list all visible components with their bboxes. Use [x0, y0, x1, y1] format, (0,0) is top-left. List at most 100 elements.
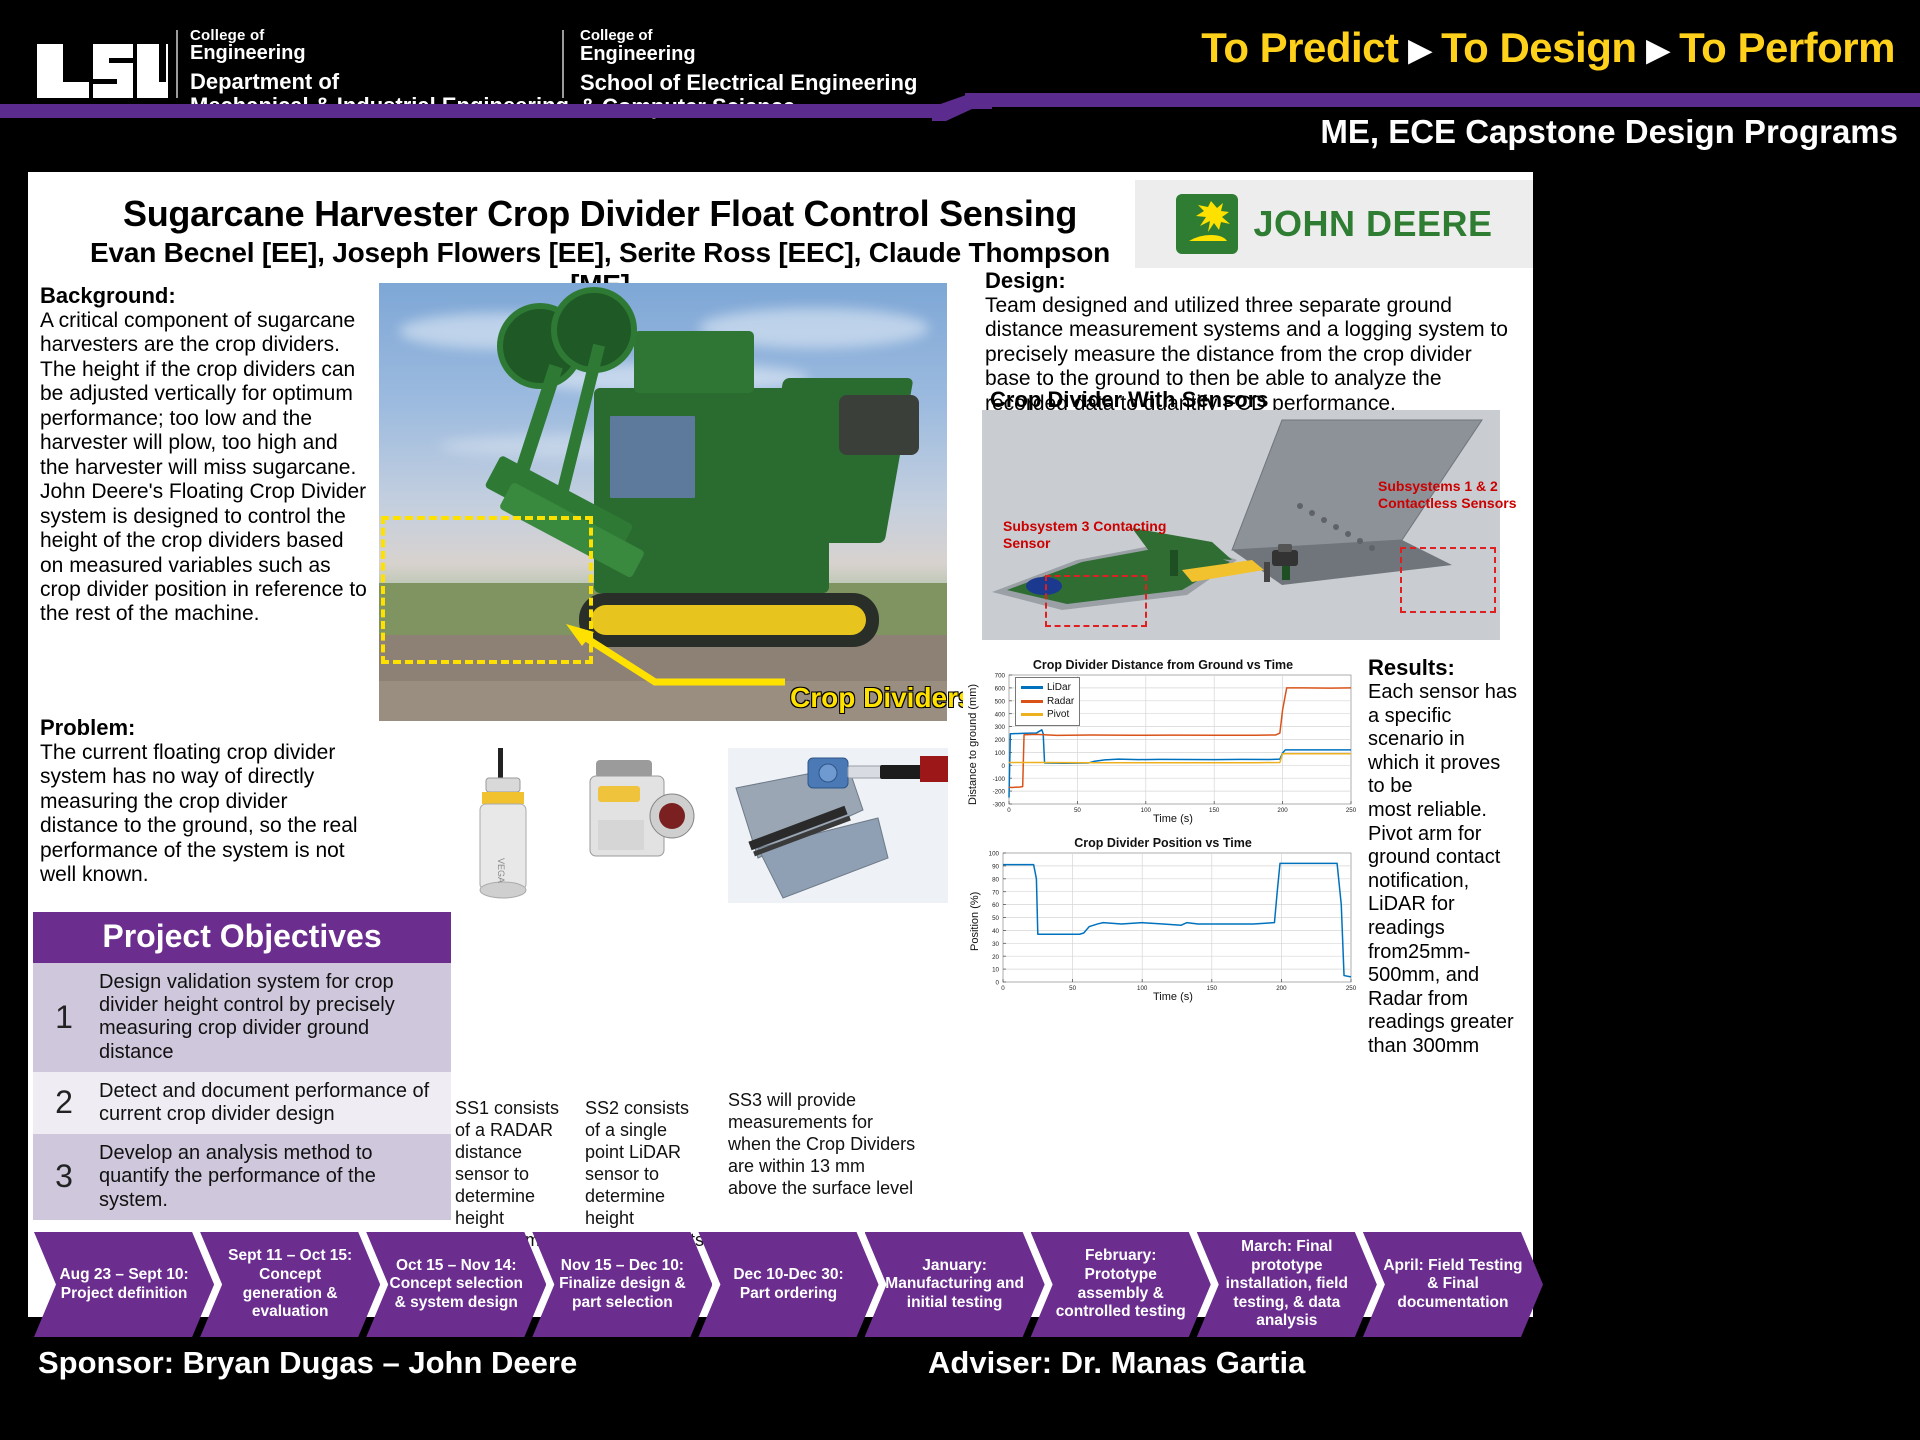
svg-text:400: 400 — [995, 711, 1006, 718]
timeline-step: Sept 11 – Oct 15: Concept generation & e… — [200, 1232, 380, 1337]
svg-text:100: 100 — [989, 851, 1000, 858]
dept-ece-line3: School of Electrical Engineering — [580, 70, 918, 96]
footer-bar: Sponsor: Bryan Dugas – John Deere Advise… — [28, 1345, 1533, 1403]
legend-label-lidar: LiDar — [1047, 682, 1071, 693]
timeline-step: January: Manufacturing and initial testi… — [865, 1232, 1045, 1337]
legend-swatch-pivot — [1021, 713, 1043, 717]
john-deere-deer-icon — [1176, 194, 1239, 254]
svg-text:50: 50 — [1069, 985, 1076, 992]
svg-text:200: 200 — [1276, 985, 1287, 992]
svg-text:-300: -300 — [993, 802, 1006, 809]
sponsor-label: Sponsor: Bryan Dugas – John Deere — [38, 1345, 578, 1380]
legend-item-pivot: Pivot — [1021, 708, 1074, 722]
svg-text:700: 700 — [995, 673, 1006, 680]
chart-position-vs-time: Crop Divider Position vs Time Position (… — [963, 833, 1363, 1008]
objectives-heading: Project Objectives — [33, 912, 451, 963]
objective-text: Design validation system for crop divide… — [99, 971, 395, 1063]
table-row: 3 Develop an analysis method to quantify… — [33, 1134, 451, 1220]
timeline-step-label: April: Field Testing & Final documentati… — [1383, 1256, 1523, 1311]
timeline-step: Oct 15 – Nov 14: Concept selection & sys… — [366, 1232, 546, 1337]
objective-text: Develop an analysis method to quantify t… — [99, 1142, 376, 1211]
legend-label-pivot: Pivot — [1047, 709, 1070, 720]
timeline-step-label: Aug 23 – Sept 10: Project definition — [59, 1265, 189, 1302]
objective-number: 1 — [55, 998, 73, 1035]
timeline-step: Aug 23 – Sept 10: Project definition — [34, 1232, 214, 1337]
dept-mie-line3: Department of — [190, 69, 340, 95]
problem-section: Problem: The current floating crop divid… — [40, 715, 370, 888]
timeline-step: Dec 10-Dec 30: Part ordering — [698, 1232, 878, 1337]
subsystem3-label: Subsystem 3 Contacting Sensor — [1003, 518, 1167, 551]
dept-ece-line2: Engineering — [580, 42, 696, 65]
timeline-step-label: Oct 15 – Nov 14: Concept selection & sys… — [389, 1256, 524, 1311]
page-title: Sugarcane Harvester Crop Divider Float C… — [122, 193, 1078, 234]
tagline-arrow-1: ▶ — [1408, 34, 1432, 67]
table-row: 1 Design validation system for crop divi… — [33, 963, 451, 1072]
svg-text:50: 50 — [992, 915, 999, 922]
background-section: Background: A critical component of suga… — [40, 283, 370, 627]
legend-swatch-lidar — [1021, 686, 1043, 690]
objective-text: Detect and document performance of curre… — [99, 1079, 430, 1125]
ss3-contact-sensor-image — [728, 748, 948, 903]
svg-text:100: 100 — [1137, 985, 1148, 992]
project-timeline: Aug 23 – Sept 10: Project definition Sept… — [34, 1232, 1529, 1337]
tagline-arrow-2: ▶ — [1646, 34, 1670, 67]
header-divider-2 — [562, 30, 564, 98]
problem-heading: Problem: — [40, 715, 136, 740]
svg-text:100: 100 — [1141, 807, 1152, 814]
legend-label-radar: Radar — [1047, 695, 1075, 707]
legend-swatch-radar — [1021, 699, 1043, 703]
results-section: Results: Each sensor has a specific scen… — [1368, 655, 1520, 1059]
project-objectives-table: Project Objectives 1 Design validation s… — [33, 912, 451, 1220]
john-deere-logo: JOHN DEERE — [1135, 180, 1533, 268]
timeline-step-label: January: Manufacturing and initial testi… — [885, 1256, 1024, 1311]
objective-number: 2 — [55, 1084, 73, 1121]
results-heading: Results: — [1368, 655, 1455, 680]
dept-ece-line1: College of — [580, 27, 653, 44]
problem-text: The current floating crop divider system… — [40, 741, 358, 887]
timeline-step-label: March: Final prototype installation, fie… — [1225, 1238, 1348, 1330]
ss2-caption: SS2 consists of a single point LiDAR sen… — [585, 1098, 704, 1250]
svg-text:150: 150 — [1207, 985, 1218, 992]
photo-callout-arrow — [560, 586, 790, 696]
ss3-caption: SS3 will provide measurements for when t… — [728, 1090, 916, 1198]
svg-text:VEGA: VEGA — [496, 858, 506, 883]
background-heading: Background: — [40, 283, 176, 308]
svg-text:200: 200 — [1277, 807, 1288, 814]
svg-text:0: 0 — [1007, 807, 1011, 814]
svg-text:80: 80 — [992, 876, 999, 883]
timeline-step-label: February: Prototype assembly & controlle… — [1055, 1247, 1186, 1321]
ss1-caption: SS1 consists of a RADAR distance sensor … — [455, 1098, 574, 1250]
svg-text:90: 90 — [992, 864, 999, 871]
legend-item-radar: Radar — [1021, 695, 1074, 709]
objective-number: 3 — [55, 1158, 73, 1195]
svg-text:0: 0 — [1001, 985, 1005, 992]
svg-text:150: 150 — [1209, 807, 1220, 814]
svg-text:20: 20 — [992, 954, 999, 961]
svg-text:600: 600 — [995, 686, 1006, 693]
background-text: A critical component of sugarcane harves… — [40, 309, 367, 626]
ss2-lidar-sensor-image — [580, 760, 700, 870]
timeline-step-label: Nov 15 – Dec 10: Finalize design & part … — [559, 1256, 686, 1311]
tagline-perform: To Perform — [1679, 24, 1895, 71]
svg-text:500: 500 — [995, 698, 1006, 705]
svg-text:0: 0 — [996, 980, 1000, 987]
timeline-step-label: Dec 10-Dec 30: Part ordering — [733, 1265, 844, 1302]
tagline-predict: To Predict — [1201, 24, 1399, 71]
svg-text:10: 10 — [992, 967, 999, 974]
subsystem3-highlight-box — [1045, 575, 1147, 627]
timeline-step: March: Final prototype installation, fie… — [1197, 1232, 1377, 1337]
svg-text:100: 100 — [995, 750, 1006, 757]
timeline-step: February: Prototype assembly & controlle… — [1031, 1232, 1211, 1337]
svg-text:300: 300 — [995, 724, 1006, 731]
svg-text:50: 50 — [1074, 807, 1081, 814]
timeline-step-label: Sept 11 – Oct 15: Concept generation & e… — [228, 1247, 353, 1321]
timeline-step: Nov 15 – Dec 10: Finalize design & part … — [532, 1232, 712, 1337]
chart1-legend: LiDar Radar Pivot — [1015, 677, 1081, 726]
capstone-title: ME, ECE Capstone Design Programs — [1320, 113, 1898, 150]
ss1-radar-sensor-image: VEGA — [468, 748, 538, 908]
legend-item-lidar: LiDar — [1021, 681, 1074, 695]
svg-text:250: 250 — [1346, 807, 1357, 814]
john-deere-wordmark: JOHN DEERE — [1253, 203, 1493, 244]
svg-text:250: 250 — [1346, 985, 1357, 992]
tagline: To Predict ▶ To Design ▶ To Perform — [1201, 24, 1895, 72]
